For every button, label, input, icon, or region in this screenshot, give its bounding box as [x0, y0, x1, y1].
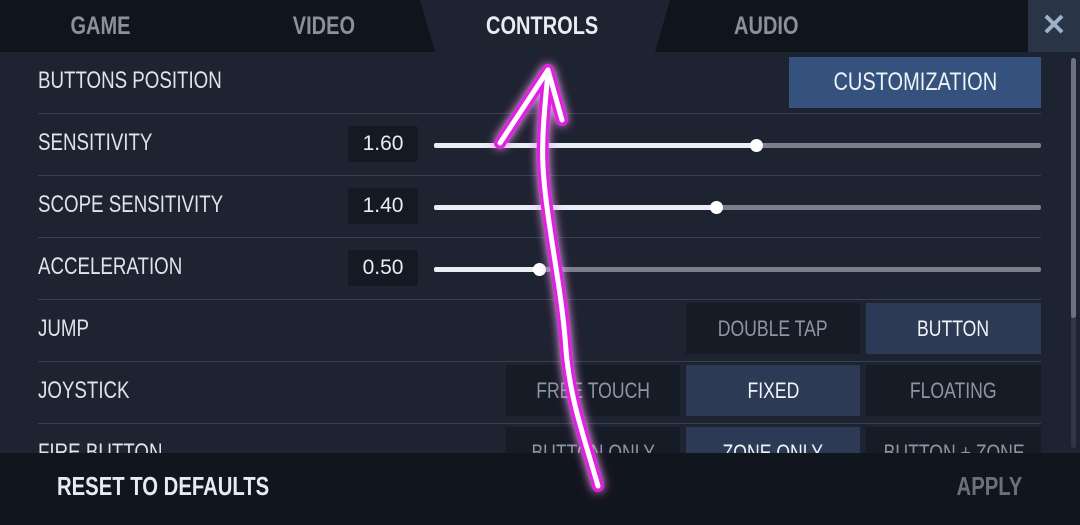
customization-button[interactable]: CUSTOMIZATION — [789, 57, 1041, 108]
row-jump: JUMP DOUBLE TAP BUTTON — [38, 300, 1041, 362]
scope-sensitivity-label: SCOPE SENSITIVITY — [38, 191, 224, 218]
scrollbar-thumb[interactable] — [1071, 58, 1076, 318]
scope-sensitivity-value[interactable]: 1.40 — [348, 188, 418, 224]
scrollbar[interactable] — [1071, 58, 1076, 448]
tab-controls[interactable]: CONTROLS — [420, 0, 664, 52]
scope-sensitivity-slider-fill — [434, 205, 717, 210]
joystick-label: JOYSTICK — [38, 377, 130, 404]
tab-audio[interactable]: AUDIO — [666, 0, 866, 52]
row-acceleration: ACCELERATION 0.50 — [38, 238, 1041, 300]
apply-button[interactable]: APPLY — [938, 453, 1022, 519]
joystick-option-floating[interactable]: FLOATING — [866, 365, 1041, 416]
tab-controls-label: CONTROLS — [485, 12, 599, 40]
sensitivity-value[interactable]: 1.60 — [348, 126, 418, 162]
acceleration-slider-thumb[interactable] — [533, 263, 546, 276]
close-icon[interactable]: ✕ — [1028, 0, 1080, 52]
row-joystick: JOYSTICK FREE TOUCH FIXED FLOATING — [38, 362, 1041, 424]
sensitivity-slider-thumb[interactable] — [749, 139, 763, 152]
tab-bar: GAME VIDEO CONTROLS AUDIO ✕ — [0, 0, 1080, 52]
sensitivity-label: SENSITIVITY — [38, 129, 153, 156]
reset-to-defaults-button[interactable]: RESET TO DEFAULTS — [57, 453, 329, 519]
tab-game[interactable]: GAME — [0, 0, 200, 52]
scope-sensitivity-slider[interactable] — [434, 201, 1041, 214]
tab-video[interactable]: VIDEO — [224, 0, 424, 52]
row-sensitivity: SENSITIVITY 1.60 — [38, 114, 1041, 176]
sensitivity-slider-fill — [434, 143, 756, 148]
scope-sensitivity-slider-thumb[interactable] — [710, 201, 724, 214]
row-buttons-position: BUTTONS POSITION CUSTOMIZATION — [38, 52, 1041, 114]
acceleration-label: ACCELERATION — [38, 253, 183, 280]
joystick-option-fixed[interactable]: FIXED — [686, 365, 860, 416]
sensitivity-slider[interactable] — [434, 139, 1041, 152]
jump-option-button[interactable]: BUTTON — [866, 303, 1041, 354]
tab-game-label: GAME — [70, 12, 130, 40]
acceleration-slider-fill — [434, 267, 539, 272]
jump-option-double-tap[interactable]: DOUBLE TAP — [686, 303, 860, 354]
jump-label: JUMP — [38, 315, 89, 342]
buttons-position-label: BUTTONS POSITION — [38, 67, 222, 94]
tab-audio-label: AUDIO — [733, 12, 799, 40]
joystick-option-free-touch[interactable]: FREE TOUCH — [506, 365, 680, 416]
acceleration-slider[interactable] — [434, 263, 1041, 276]
acceleration-value[interactable]: 0.50 — [348, 250, 418, 286]
tab-video-label: VIDEO — [292, 12, 356, 40]
footer-bar: RESET TO DEFAULTS APPLY — [0, 453, 1080, 525]
row-scope-sensitivity: SCOPE SENSITIVITY 1.40 — [38, 176, 1041, 238]
